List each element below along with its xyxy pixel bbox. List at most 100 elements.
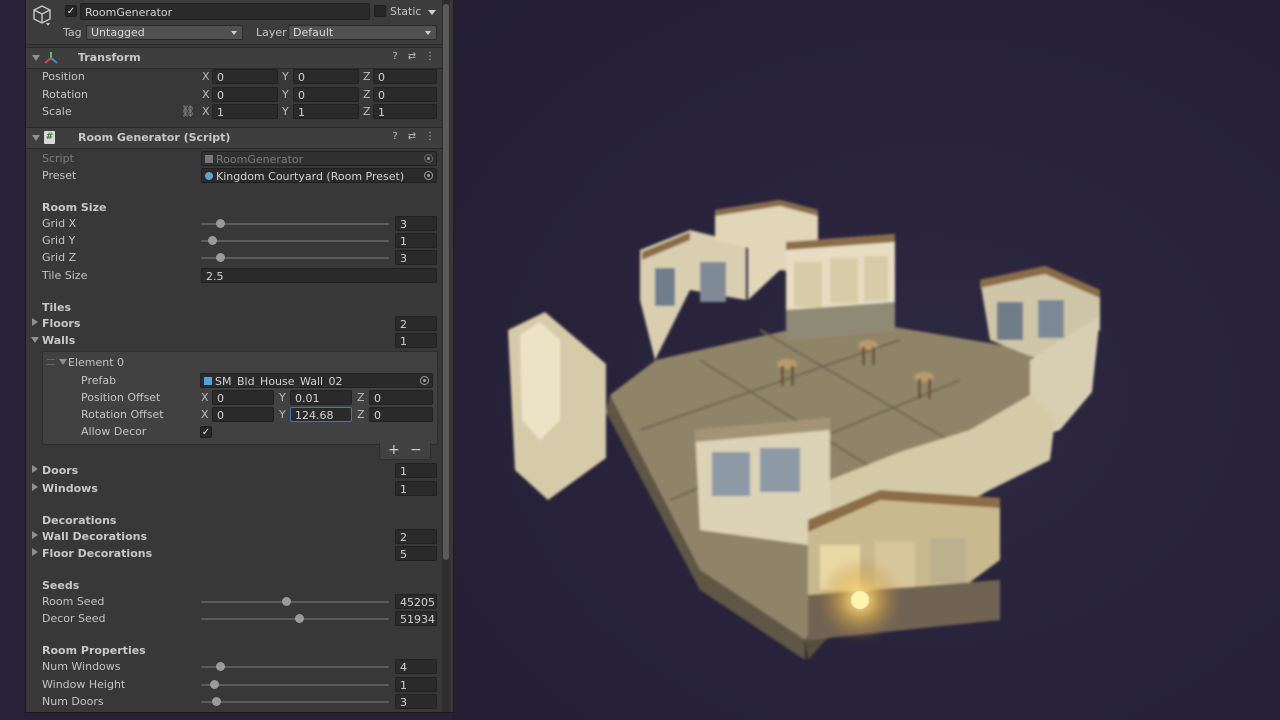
transform-foldout-icon[interactable] (32, 55, 40, 61)
help-icon[interactable]: ? (389, 131, 401, 143)
grid-x-slider-knob[interactable] (215, 219, 225, 228)
num-windows-field[interactable]: 4 (395, 659, 437, 674)
grid-y-slider-track[interactable] (201, 240, 389, 242)
room-properties-header: Room Properties (42, 644, 146, 657)
position-offset-z-field[interactable]: 0 (369, 390, 433, 405)
position-x-field[interactable]: 0 (212, 69, 278, 84)
rotation-z-field[interactable]: 0 (373, 87, 437, 102)
num-windows-row: Num Windows 4 (26, 658, 442, 675)
remove-element-button[interactable]: − (410, 443, 422, 458)
doors-row[interactable]: Doors 1 (26, 462, 442, 479)
doors-count-field[interactable]: 1 (395, 463, 437, 478)
grid-z-slider-knob[interactable] (215, 253, 225, 262)
num-doors-slider-knob[interactable] (212, 697, 222, 706)
room-seed-field[interactable]: 45205 (395, 594, 437, 609)
num-doors-field[interactable]: 3 (395, 694, 437, 709)
num-doors-slider-track[interactable] (201, 701, 389, 703)
floor-decorations-count-field[interactable]: 5 (395, 546, 437, 561)
link-icon[interactable]: ⛓ (181, 105, 195, 119)
rotation-y-axis: Y (282, 88, 289, 101)
windows-foldout-icon[interactable] (32, 483, 38, 491)
object-picker-icon[interactable] (420, 376, 429, 385)
num-windows-slider-track[interactable] (201, 666, 389, 668)
decor-seed-field[interactable]: 51934 (395, 611, 437, 626)
tiles-header-row: Tiles (26, 299, 442, 316)
window-height-slider-knob[interactable] (210, 680, 220, 689)
num-windows-label: Num Windows (42, 660, 121, 673)
doors-label: Doors (42, 464, 79, 477)
room-generator-foldout-icon[interactable] (32, 135, 40, 141)
num-windows-slider-knob[interactable] (215, 662, 225, 671)
decor-seed-slider-knob[interactable] (294, 614, 304, 623)
rotation-offset-z-field[interactable]: 0 (369, 407, 433, 422)
walls-count-field[interactable]: 1 (395, 333, 437, 348)
wall-decorations-foldout-icon[interactable] (32, 531, 38, 539)
inspector-scrollbar-thumb[interactable] (443, 4, 449, 560)
floor-decorations-row[interactable]: Floor Decorations 5 (26, 545, 442, 562)
help-icon[interactable]: ? (389, 51, 401, 63)
scene-view[interactable] (452, 0, 1280, 720)
floors-count-field[interactable]: 2 (395, 316, 437, 331)
allow-decor-checkbox[interactable]: ✓ (200, 426, 212, 438)
rotation-offset-x-field[interactable]: 0 (212, 407, 274, 422)
preset-field[interactable]: Kingdom Courtyard (Room Preset) (201, 168, 437, 183)
rotation-x-field[interactable]: 0 (212, 87, 278, 102)
transform-header[interactable]: Transform ? ⇄ ⋮ (26, 47, 442, 69)
rotation-offset-y-field[interactable]: 124.68 (290, 407, 352, 422)
position-offset-x-field[interactable]: 0 (212, 390, 274, 405)
prefab-field[interactable]: SM_Bld_House_Wall_02 (200, 373, 433, 388)
scale-x-field[interactable]: 1 (212, 104, 278, 119)
script-value: RoomGenerator (216, 153, 304, 166)
grid-y-field[interactable]: 1 (395, 233, 437, 248)
wall-decorations-count-field[interactable]: 2 (395, 529, 437, 544)
floors-row[interactable]: Floors 2 (26, 315, 442, 332)
windows-count-field[interactable]: 1 (395, 481, 437, 496)
walls-foldout-icon[interactable] (31, 337, 39, 343)
object-name-field[interactable]: RoomGenerator (80, 3, 370, 20)
object-picker-icon[interactable] (424, 171, 433, 180)
scale-y-field[interactable]: 1 (293, 104, 359, 119)
add-element-button[interactable]: + (388, 443, 400, 458)
floors-foldout-icon[interactable] (32, 318, 38, 326)
position-z-field[interactable]: 0 (373, 69, 437, 84)
position-y-field[interactable]: 0 (293, 69, 359, 84)
window-height-slider-track[interactable] (201, 684, 389, 686)
doors-foldout-icon[interactable] (32, 465, 38, 473)
rotation-offset-z-axis: Z (357, 408, 365, 421)
settings-icon[interactable]: ⇄ (406, 131, 418, 143)
transform-icon (44, 51, 58, 68)
window-height-field[interactable]: 1 (395, 677, 437, 692)
object-header: ✓ RoomGenerator Static Tag Untagged Laye… (26, 0, 442, 45)
room-seed-slider-knob[interactable] (281, 597, 291, 606)
grid-x-field[interactable]: 3 (395, 216, 437, 231)
room-generator-header[interactable]: # Room Generator (Script) ? ⇄ ⋮ (26, 127, 442, 149)
grid-x-slider-track[interactable] (201, 223, 389, 225)
settings-icon[interactable]: ⇄ (406, 51, 418, 63)
room-size-header: Room Size (42, 201, 107, 214)
inspector-scrollbar[interactable] (442, 0, 450, 712)
static-checkbox[interactable] (374, 5, 386, 17)
script-row: Script RoomGenerator (26, 150, 442, 167)
room-seed-slider-track[interactable] (201, 601, 389, 603)
static-dropdown-icon[interactable] (428, 10, 436, 15)
menu-icon[interactable]: ⋮ (424, 51, 436, 63)
rotation-z-axis: Z (363, 88, 371, 101)
grid-y-slider-knob[interactable] (208, 236, 218, 245)
grid-x-label: Grid X (42, 217, 77, 230)
windows-row[interactable]: Windows 1 (26, 480, 442, 497)
tag-dropdown[interactable]: Untagged (86, 25, 243, 40)
tile-size-field[interactable]: 2.5 (201, 268, 437, 283)
scale-z-field[interactable]: 1 (373, 104, 437, 119)
active-checkbox[interactable]: ✓ (65, 5, 77, 17)
rotation-y-field[interactable]: 0 (293, 87, 359, 102)
position-offset-y-field[interactable]: 0.01 (290, 390, 352, 405)
drag-handle-icon[interactable] (47, 359, 55, 365)
element-foldout-icon[interactable] (59, 359, 67, 365)
floor-decorations-foldout-icon[interactable] (32, 548, 38, 556)
wall-decorations-row[interactable]: Wall Decorations 2 (26, 528, 442, 545)
menu-icon[interactable]: ⋮ (424, 131, 436, 143)
walls-row[interactable]: Walls 1 (26, 332, 442, 349)
grid-z-field[interactable]: 3 (395, 250, 437, 265)
grid-z-slider-track[interactable] (201, 257, 389, 259)
layer-dropdown[interactable]: Default (288, 25, 437, 40)
